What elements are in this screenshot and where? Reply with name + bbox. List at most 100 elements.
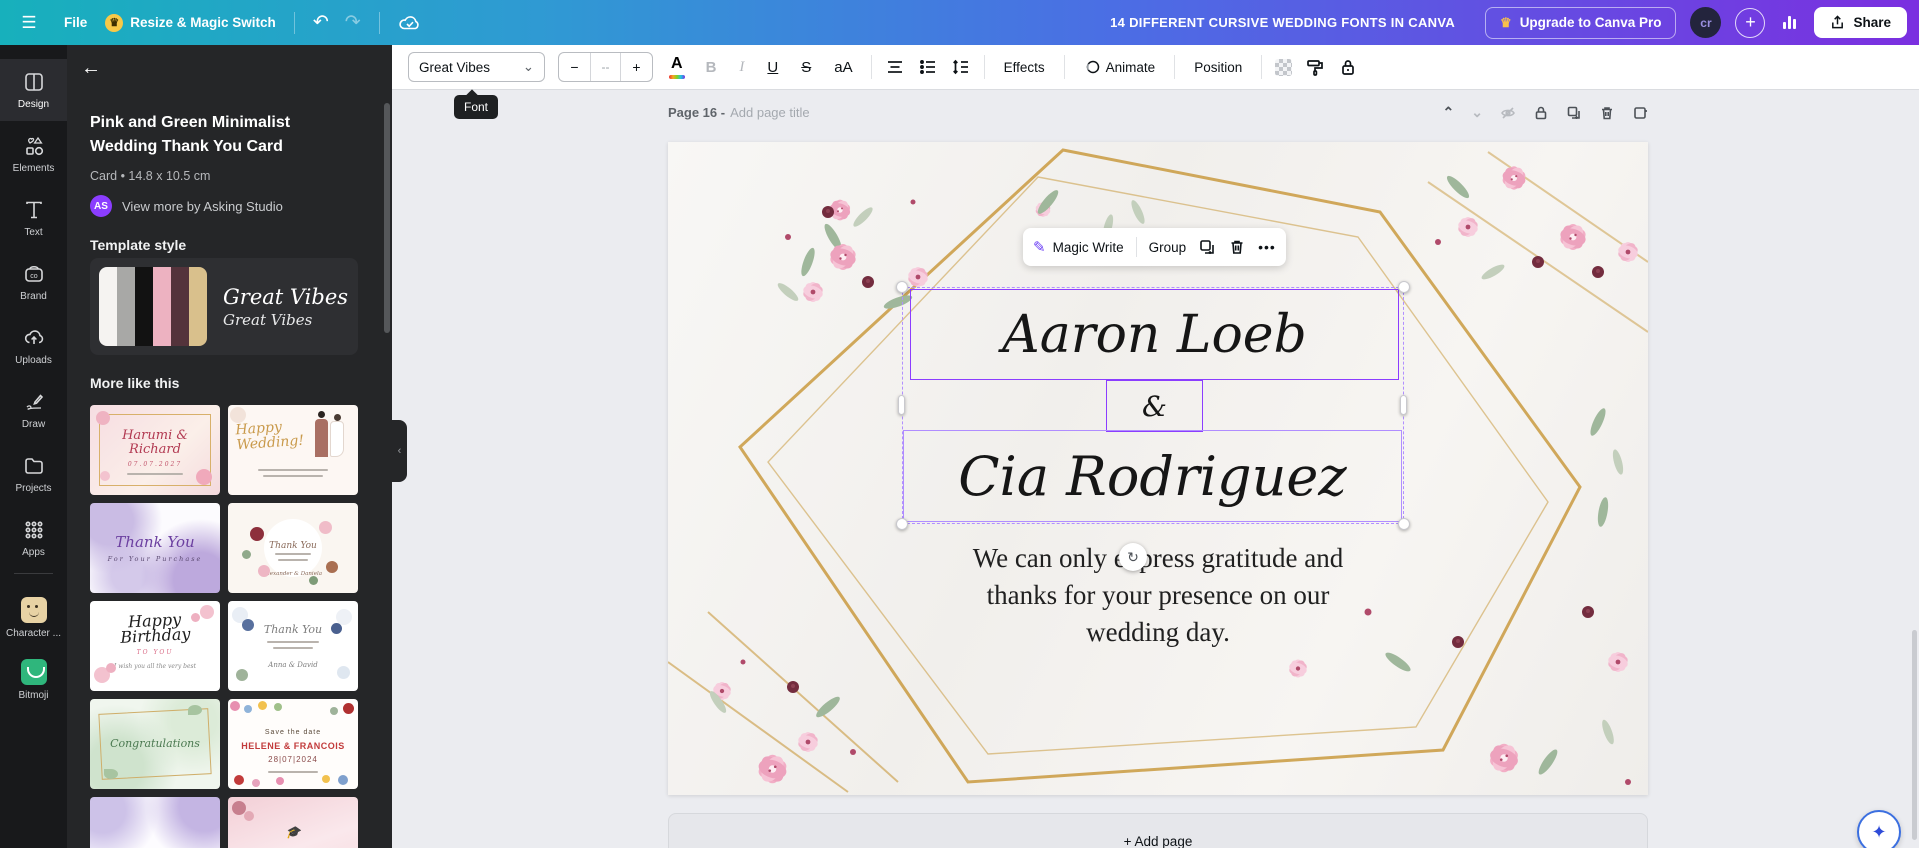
more-like-this-heading: More like this	[90, 375, 180, 391]
template-thumbnail[interactable]: welcome	[90, 797, 220, 848]
share-label: Share	[1853, 15, 1891, 30]
back-button[interactable]: ←	[81, 57, 101, 80]
sidebar-item-brand[interactable]: co Brand	[0, 251, 67, 313]
template-thumbnail[interactable]: 🎓 Congratulations!	[228, 797, 358, 848]
sidebar-item-label: Character ...	[5, 628, 62, 639]
resize-magic-switch-button[interactable]: ♛ Resize & Magic Switch	[105, 13, 276, 32]
underline-button[interactable]: U	[762, 55, 783, 80]
hamburger-menu-icon[interactable]: ☰	[12, 13, 46, 33]
transparency-button[interactable]	[1275, 58, 1293, 76]
resize-handle-bottom-right[interactable]	[1398, 518, 1410, 530]
template-thumbnail[interactable]: Save the date HELENE & FRANCOIS 28|07|20…	[228, 699, 358, 789]
template-style-heading: Template style	[90, 237, 187, 253]
text-align-button[interactable]	[885, 57, 905, 77]
sidebar-item-draw[interactable]: Draw	[0, 379, 67, 441]
more-options-button[interactable]: •••	[1258, 239, 1276, 255]
canva-assistant-button[interactable]: ✦	[1857, 810, 1901, 848]
sidebar-item-uploads[interactable]: Uploads	[0, 315, 67, 377]
user-avatar[interactable]: cr	[1690, 7, 1722, 38]
font-size-increase-button[interactable]: +	[621, 53, 652, 81]
sidebar-item-bitmoji[interactable]: Bitmoji	[0, 652, 67, 708]
bullet-list-button[interactable]	[918, 57, 938, 77]
template-thumbnail[interactable]: Thank You Alexander & Daniela	[228, 503, 358, 593]
undo-button[interactable]: ↶	[313, 11, 329, 34]
bold-button[interactable]: B	[701, 55, 722, 80]
sidebar-item-label: Brand	[20, 291, 47, 302]
add-page-icon-button[interactable]	[1632, 105, 1648, 121]
template-thumbnail[interactable]: Thank You For Your Purchase	[90, 503, 220, 593]
file-menu-button[interactable]: File	[64, 15, 87, 30]
author-link[interactable]: View more by Asking Studio	[122, 199, 283, 214]
selection-context-toolbar: ✎ Magic Write Group •••	[1023, 228, 1286, 266]
template-thumbnail[interactable]: Harumi & Richard 07.07.2027	[90, 405, 220, 495]
sidebar-item-text[interactable]: Text	[0, 187, 67, 249]
template-thumbnail[interactable]: Congratulations	[90, 699, 220, 789]
magic-write-button[interactable]: ✎ Magic Write	[1033, 238, 1124, 256]
sidebar-item-apps[interactable]: Apps	[0, 507, 67, 569]
sidebar-item-label: Elements	[12, 163, 55, 174]
line-spacing-button[interactable]	[951, 57, 971, 77]
add-page-button[interactable]: + Add page	[668, 813, 1648, 848]
lock-page-button[interactable]	[1533, 105, 1549, 121]
duplicate-page-button[interactable]	[1566, 105, 1582, 121]
strikethrough-button[interactable]: S	[796, 55, 816, 80]
animate-button[interactable]: Animate	[1078, 55, 1162, 79]
panel-scrollbar[interactable]	[384, 103, 390, 333]
author-link-row[interactable]: AS View more by Asking Studio	[90, 195, 283, 217]
magic-write-label: Magic Write	[1052, 239, 1124, 255]
group-button[interactable]: Group	[1149, 240, 1187, 255]
italic-button[interactable]: I	[734, 55, 749, 80]
rotate-handle[interactable]: ↻	[1119, 543, 1147, 571]
text-element-message[interactable]: We can only express gratitude and thanks…	[858, 540, 1458, 651]
template-thumbnail[interactable]: Happy Birthday TO YOU I wish you all the …	[90, 601, 220, 691]
upgrade-to-pro-button[interactable]: ♛ Upgrade to Canva Pro	[1485, 6, 1677, 39]
apps-icon	[25, 521, 42, 539]
font-family-dropdown[interactable]: Great Vibes ⌄	[408, 52, 545, 82]
copy-style-button[interactable]	[1305, 57, 1325, 77]
canvas-scrollbar[interactable]	[1912, 630, 1917, 840]
document-title[interactable]: 14 DIFFERENT CURSIVE WEDDING FONTS IN CA…	[1110, 15, 1455, 30]
text-color-button[interactable]: A	[666, 55, 688, 79]
sidebar-item-elements[interactable]: Elements	[0, 123, 67, 185]
delete-button[interactable]	[1228, 238, 1246, 256]
bitmoji-app-icon	[20, 659, 47, 685]
sidebar-item-character[interactable]: Character ...	[0, 590, 67, 646]
template-thumbnail[interactable]: Thank You Anna & David	[228, 601, 358, 691]
chevron-down-icon: ⌄	[522, 59, 534, 74]
resize-handle-top-left[interactable]	[896, 281, 908, 293]
upgrade-label: Upgrade to Canva Pro	[1519, 15, 1662, 30]
redo-button[interactable]: ↷	[345, 11, 361, 34]
sidebar-item-design[interactable]: Design	[0, 59, 67, 121]
canvas-area: ‹ Page 16 - Add page title ⌃ ⌄ Aaron Loe…	[392, 90, 1919, 848]
text-element-name2[interactable]: Cia Rodriguez	[903, 430, 1402, 522]
canva-editor: ☰ File ♛ Resize & Magic Switch ↶ ↷ 14 DI…	[0, 0, 1919, 848]
move-page-up-button[interactable]: ⌃	[1443, 104, 1455, 121]
resize-handle-bottom-left[interactable]	[896, 518, 908, 530]
hidden-icon[interactable]	[1500, 105, 1516, 121]
position-button[interactable]: Position	[1188, 56, 1248, 79]
lock-button[interactable]	[1338, 57, 1358, 77]
resize-handle-top-right[interactable]	[1398, 281, 1410, 293]
duplicate-button[interactable]	[1198, 238, 1216, 256]
move-page-down-button[interactable]: ⌄	[1471, 104, 1483, 121]
text-case-button[interactable]: aA	[829, 55, 857, 80]
resize-handle-right[interactable]	[1400, 395, 1407, 415]
insights-chart-icon[interactable]	[1779, 12, 1800, 33]
font-size-value[interactable]: --	[590, 53, 621, 81]
template-thumbnail[interactable]: Happy Wedding!	[228, 405, 358, 495]
divider	[293, 11, 295, 34]
font-size-decrease-button[interactable]: −	[559, 53, 590, 81]
template-style-card[interactable]: Great Vibes Great Vibes	[90, 258, 358, 355]
resize-handle-left[interactable]	[898, 395, 905, 415]
effects-button[interactable]: Effects	[998, 56, 1051, 79]
cloud-save-status-icon[interactable]	[398, 14, 422, 32]
share-button[interactable]: Share	[1814, 7, 1907, 38]
template-title: Pink and Green Minimalist Wedding Thank …	[90, 114, 291, 155]
page-title-input[interactable]: Add page title	[730, 105, 810, 120]
delete-page-button[interactable]	[1599, 105, 1615, 121]
text-element-ampersand[interactable]: &	[1106, 380, 1203, 432]
text-element-name1[interactable]: Aaron Loeb	[910, 289, 1399, 380]
panel-collapse-tab[interactable]: ‹	[392, 420, 407, 482]
sidebar-item-projects[interactable]: Projects	[0, 443, 67, 505]
add-team-member-button[interactable]: +	[1735, 7, 1766, 38]
